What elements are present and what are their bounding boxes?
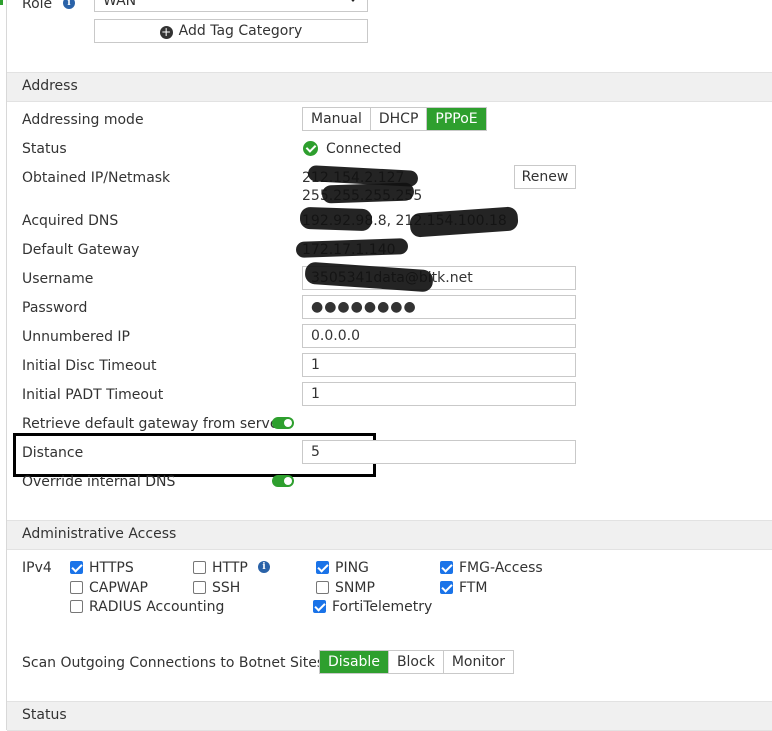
ftm-label: FTM	[459, 580, 488, 596]
check-circle-icon	[303, 141, 318, 156]
addressing-mode-selector: Manual DHCP PPPoE	[302, 107, 487, 131]
initial-disc-timeout-input[interactable]	[302, 353, 576, 377]
retrieve-gateway-label: Retrieve default gateway from server	[22, 416, 285, 432]
active-nav-indicator	[0, 0, 3, 5]
status-label: Status	[22, 141, 67, 157]
unnumbered-ip-input[interactable]	[302, 324, 576, 348]
ipv4-label: IPv4	[22, 560, 52, 576]
password-label: Password	[22, 300, 88, 316]
capwap-checkbox[interactable]	[70, 581, 83, 594]
botnet-disable-button[interactable]: Disable	[320, 651, 389, 673]
snmp-checkbox[interactable]	[316, 581, 329, 594]
role-select[interactable]: WAN	[94, 0, 368, 12]
left-divider	[6, 0, 7, 730]
acquired-dns-label: Acquired DNS	[22, 213, 119, 229]
info-icon[interactable]: i	[258, 561, 270, 573]
mode-pppoe-button[interactable]: PPPoE	[427, 108, 486, 130]
fortitelemetry-label: FortiTelemetry	[332, 599, 433, 615]
status-section-header: Status	[7, 701, 772, 731]
status-section-title: Status	[22, 707, 67, 723]
ping-checkbox[interactable]	[316, 561, 329, 574]
ping-label: PING	[335, 560, 369, 576]
plus-circle-icon: +	[159, 25, 173, 39]
ssh-checkbox[interactable]	[193, 581, 206, 594]
ftm-checkbox[interactable]	[440, 581, 453, 594]
override-dns-label: Override internal DNS	[22, 474, 176, 490]
retrieve-gateway-toggle[interactable]	[272, 417, 294, 429]
radius-accounting-label: RADIUS Accounting	[89, 599, 225, 615]
chevron-down-icon	[347, 0, 359, 2]
radius-accounting-checkbox[interactable]	[70, 600, 83, 613]
ssh-label: SSH	[212, 580, 241, 596]
role-label: Role	[22, 0, 53, 12]
default-gateway-label: Default Gateway	[22, 242, 140, 258]
initial-padt-timeout-label: Initial PADT Timeout	[22, 387, 164, 403]
address-section-title: Address	[22, 78, 78, 94]
snmp-label: SNMP	[335, 580, 375, 596]
redaction-mark	[409, 206, 519, 238]
botnet-scan-selector: Disable Block Monitor	[319, 650, 515, 674]
initial-disc-timeout-label: Initial Disc Timeout	[22, 358, 157, 374]
redaction-mark	[299, 206, 373, 232]
https-checkbox[interactable]	[70, 561, 83, 574]
mode-manual-button[interactable]: Manual	[303, 108, 371, 130]
mode-dhcp-button[interactable]: DHCP	[370, 108, 428, 130]
username-label: Username	[22, 271, 94, 287]
address-section-header: Address	[7, 72, 772, 102]
https-label: HTTPS	[89, 560, 134, 576]
addressing-mode-label: Addressing mode	[22, 112, 144, 128]
renew-button[interactable]: Renew	[514, 165, 576, 189]
initial-padt-timeout-input[interactable]	[302, 382, 576, 406]
status-value: Connected	[326, 141, 402, 157]
http-checkbox[interactable]	[193, 561, 206, 574]
admin-access-section-title: Administrative Access	[22, 526, 177, 542]
info-icon[interactable]: i	[63, 0, 75, 9]
fmg-access-label: FMG-Access	[459, 560, 543, 576]
capwap-label: CAPWAP	[89, 580, 148, 596]
role-select-value: WAN	[103, 0, 137, 9]
add-tag-category-label: Add Tag Category	[178, 23, 303, 39]
botnet-monitor-button[interactable]: Monitor	[443, 651, 514, 673]
unnumbered-ip-label: Unnumbered IP	[22, 329, 130, 345]
botnet-block-button[interactable]: Block	[388, 651, 444, 673]
fortitelemetry-checkbox[interactable]	[313, 600, 326, 613]
admin-access-section-header: Administrative Access	[7, 520, 772, 550]
fmg-access-checkbox[interactable]	[440, 561, 453, 574]
botnet-scan-label: Scan Outgoing Connections to Botnet Site…	[22, 655, 325, 671]
http-label: HTTP	[212, 560, 248, 576]
distance-input[interactable]	[302, 440, 576, 464]
password-input[interactable]: ●●●●●●●●	[302, 295, 576, 319]
obtained-ip-label: Obtained IP/Netmask	[22, 170, 171, 186]
override-dns-toggle[interactable]	[272, 475, 294, 487]
redaction-mark	[321, 182, 415, 204]
add-tag-category-button[interactable]: + Add Tag Category	[94, 19, 368, 43]
distance-label: Distance	[22, 445, 84, 461]
